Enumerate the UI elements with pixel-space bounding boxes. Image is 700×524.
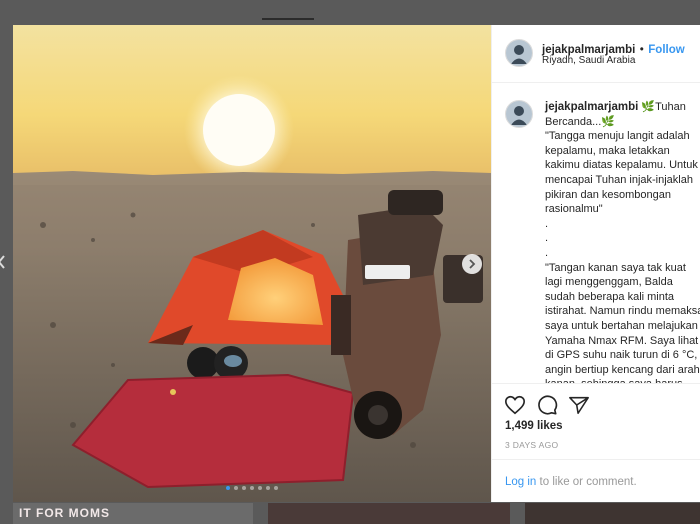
next-photo-button[interactable] xyxy=(462,254,482,274)
photo-image xyxy=(13,25,491,502)
caption-text: jejakpalmarjambi 🌿Tuhan Bercanda...🌿 "Ta… xyxy=(545,100,700,383)
caption-avatar[interactable] xyxy=(505,100,533,128)
avatar-image xyxy=(506,40,532,66)
carousel-indicator xyxy=(13,486,491,490)
actions-section: 1,499 likes 3 DAYS AGO Log in to like or… xyxy=(492,383,700,502)
carousel-dot xyxy=(266,486,270,490)
login-prompt: Log in to like or comment. xyxy=(505,476,637,488)
login-rest-text: to like or comment. xyxy=(539,476,637,488)
heart-icon[interactable] xyxy=(504,394,526,416)
carousel-dot xyxy=(226,486,230,490)
caption-area: jejakpalmarjambi 🌿Tuhan Bercanda...🌿 "Ta… xyxy=(492,83,700,383)
carousel-dot xyxy=(242,486,246,490)
comment-icon[interactable] xyxy=(536,394,558,416)
share-icon[interactable] xyxy=(568,394,590,416)
thumbnail-strip-2[interactable] xyxy=(268,503,510,524)
post-sidebar: jejakpalmarjambi • Follow Riyadh, Saudi … xyxy=(491,25,700,502)
carousel-dot xyxy=(258,486,262,490)
caption-username[interactable]: jejakpalmarjambi xyxy=(545,101,638,113)
thumbnail-strip-3[interactable] xyxy=(525,503,700,524)
follow-button[interactable]: Follow xyxy=(648,44,684,56)
carousel-dot xyxy=(274,486,278,490)
thumbnail-strip-1[interactable]: IT FOR MOMS xyxy=(13,503,253,524)
carousel-dot xyxy=(234,486,238,490)
separator-dot: • xyxy=(639,44,644,56)
avatar[interactable] xyxy=(505,39,533,67)
avatar-image xyxy=(506,101,532,127)
post-timestamp[interactable]: 3 DAYS AGO xyxy=(505,440,558,450)
likes-count[interactable]: 1,499 likes xyxy=(505,420,563,432)
chevron-right-icon xyxy=(469,259,476,269)
thumbnail-text: IT FOR MOMS xyxy=(19,506,110,520)
prev-post-arrow-icon[interactable] xyxy=(0,254,6,270)
post-header: jejakpalmarjambi • Follow Riyadh, Saudi … xyxy=(492,25,700,83)
login-row: Log in to like or comment. xyxy=(492,459,700,488)
login-link[interactable]: Log in xyxy=(505,476,536,488)
caption-body: 🌿Tuhan Bercanda...🌿 "Tangga menuju langi… xyxy=(545,101,700,383)
carousel-dot xyxy=(250,486,254,490)
location-link[interactable]: Riyadh, Saudi Arabia xyxy=(542,55,635,66)
post-photo[interactable] xyxy=(13,25,491,502)
top-divider xyxy=(262,18,314,20)
post-modal: jejakpalmarjambi • Follow Riyadh, Saudi … xyxy=(13,25,700,502)
